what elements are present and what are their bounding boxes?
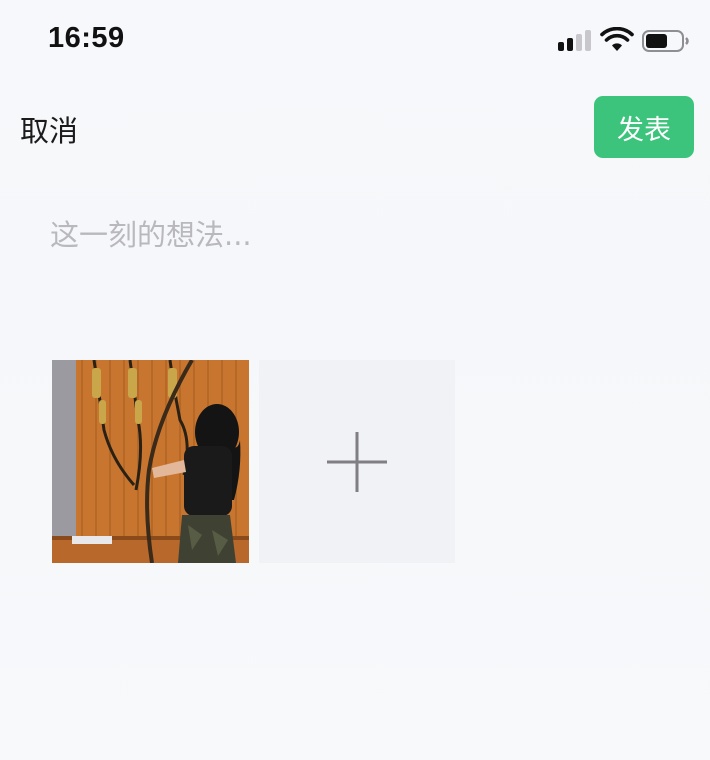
publish-button[interactable]: 发表 [594,96,694,158]
cancel-button[interactable]: 取消 [20,108,78,150]
status-bar: 16:59 [0,0,710,80]
post-text-area [50,218,660,278]
archery-photo-thumbnail[interactable] [52,360,249,563]
compose-nav-bar: 取消 发表 [0,92,710,162]
add-photo-button[interactable] [259,360,455,563]
status-time: 16:59 [48,22,125,54]
battery-icon [642,30,689,52]
photo-image [52,360,249,563]
wifi-icon [600,27,634,51]
thoughts-input[interactable] [50,218,660,252]
plus-icon [327,431,387,492]
cellular-signal-icon [558,30,592,54]
